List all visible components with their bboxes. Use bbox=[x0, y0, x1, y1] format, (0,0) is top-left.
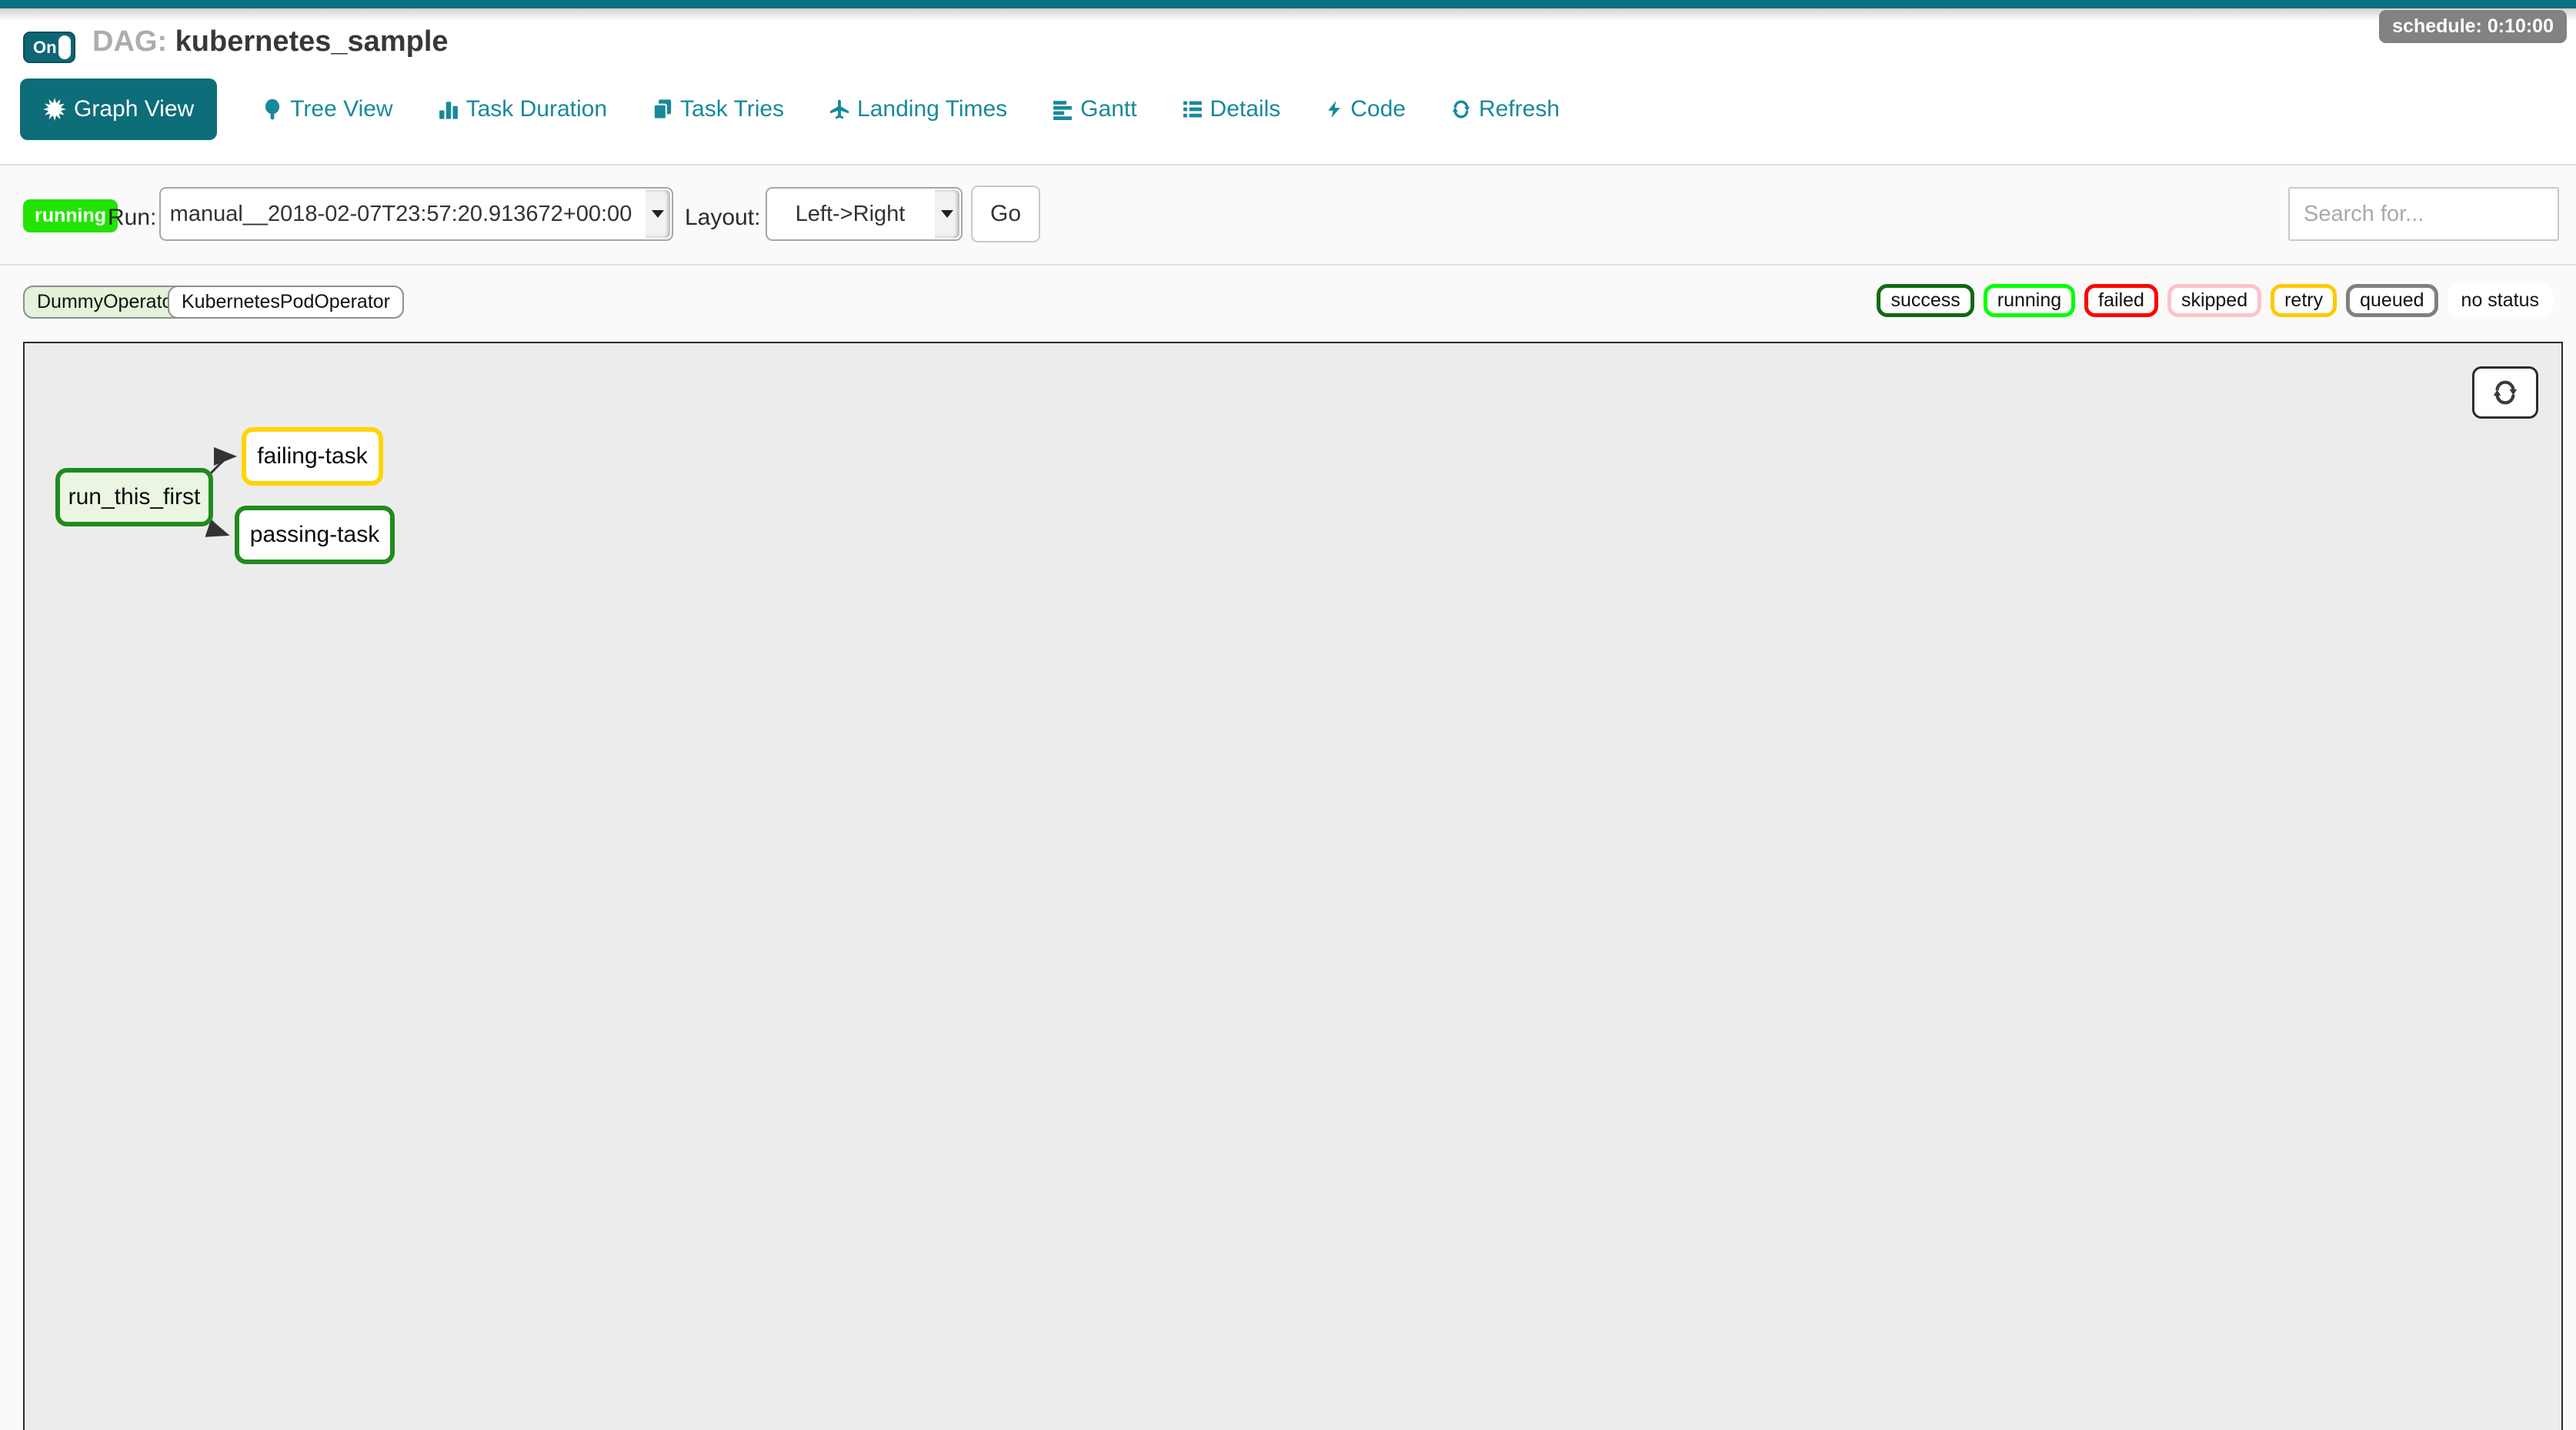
tab-label: Refresh bbox=[1479, 96, 1560, 122]
tab-graph-view[interactable]: Graph View bbox=[20, 79, 217, 140]
tab-label: Gantt bbox=[1080, 96, 1136, 122]
tab-label: Tree View bbox=[290, 96, 392, 122]
tab-code[interactable]: Code bbox=[1325, 96, 1406, 122]
go-button[interactable]: Go bbox=[971, 185, 1040, 242]
tab-task-tries[interactable]: Task Tries bbox=[652, 96, 784, 122]
toggle-handle-icon bbox=[58, 35, 71, 59]
bolt-icon bbox=[1325, 98, 1343, 121]
layout-select[interactable]: Left->Right bbox=[766, 187, 963, 241]
status-pill-skipped: skipped bbox=[2167, 284, 2261, 317]
dag-graph-canvas[interactable]: run_this_first failing-task passing-task bbox=[23, 342, 2563, 1430]
status-pill-success: success bbox=[1877, 284, 1974, 317]
tree-icon bbox=[262, 98, 283, 121]
chevron-down-icon bbox=[652, 210, 664, 218]
top-teal-bar bbox=[0, 0, 2576, 8]
layout-label: Layout: bbox=[685, 205, 760, 231]
tab-tree-view[interactable]: Tree View bbox=[262, 96, 392, 122]
tab-landing-times[interactable]: Landing Times bbox=[829, 96, 1007, 122]
refresh-icon bbox=[2491, 378, 2520, 407]
schedule-badge: schedule: 0:10:00 bbox=[2379, 10, 2567, 43]
graph-refresh-button[interactable] bbox=[2472, 366, 2538, 419]
list-icon bbox=[1182, 98, 1203, 121]
status-pill-no-status: no status bbox=[2448, 284, 2553, 317]
layout-select-value: Left->Right bbox=[796, 202, 906, 227]
bar-chart-icon bbox=[438, 98, 459, 121]
operator-legend-kubernetespodoperator: KubernetesPodOperator bbox=[168, 286, 404, 319]
tab-details[interactable]: Details bbox=[1182, 96, 1281, 122]
status-pill-retry: retry bbox=[2271, 284, 2337, 317]
tab-label: Landing Times bbox=[857, 96, 1007, 122]
select-arrow bbox=[646, 190, 670, 238]
refresh-icon bbox=[1450, 98, 1472, 121]
task-node-passing-task[interactable]: passing-task bbox=[235, 506, 395, 564]
edge-run_this_first-passing-task bbox=[210, 520, 225, 534]
run-select[interactable]: manual__2018-02-07T23:57:20.913672+00:00 bbox=[159, 187, 673, 241]
edge-run_this_first-failing-task bbox=[210, 456, 232, 474]
task-node-failing-task[interactable]: failing-task bbox=[242, 427, 383, 486]
copy-icon bbox=[652, 98, 673, 121]
tab-task-duration[interactable]: Task Duration bbox=[438, 96, 607, 122]
status-pill-failed: failed bbox=[2084, 284, 2158, 317]
tab-refresh[interactable]: Refresh bbox=[1450, 96, 1560, 122]
status-pill-running: running bbox=[1984, 284, 2075, 317]
tab-label: Task Tries bbox=[680, 96, 784, 122]
tab-label: Code bbox=[1350, 96, 1406, 122]
divider bbox=[0, 164, 2576, 165]
dag-prefix: DAG: bbox=[92, 25, 167, 58]
select-arrow bbox=[935, 190, 959, 238]
dag-on-off-toggle[interactable]: On bbox=[23, 32, 75, 63]
page-title: DAG: kubernetes_sample bbox=[92, 25, 449, 58]
plane-icon bbox=[829, 98, 850, 121]
run-select-value: manual__2018-02-07T23:57:20.913672+00:00 bbox=[170, 202, 632, 227]
view-tabs: Graph View Tree View Task Duration Task … bbox=[20, 79, 1560, 140]
sunburst-icon bbox=[43, 98, 66, 121]
chevron-down-icon bbox=[941, 210, 953, 218]
task-node-run_this_first[interactable]: run_this_first bbox=[55, 468, 213, 526]
run-label: Run: bbox=[108, 205, 156, 231]
gantt-bars-icon bbox=[1052, 98, 1073, 121]
search-input[interactable] bbox=[2288, 187, 2559, 241]
dag-name: kubernetes_sample bbox=[175, 25, 449, 58]
status-legend: success running failed skipped retry que… bbox=[1877, 284, 2553, 317]
toggle-on-label: On bbox=[25, 38, 57, 58]
tab-label: Task Duration bbox=[466, 96, 607, 122]
top-bar-shadow bbox=[0, 8, 2576, 21]
tab-label: Graph View bbox=[74, 96, 194, 122]
status-pill-queued: queued bbox=[2346, 284, 2438, 317]
tab-gantt[interactable]: Gantt bbox=[1052, 96, 1136, 122]
dag-run-status-badge: running bbox=[23, 199, 118, 232]
divider bbox=[0, 264, 2576, 266]
tab-label: Details bbox=[1210, 96, 1281, 122]
